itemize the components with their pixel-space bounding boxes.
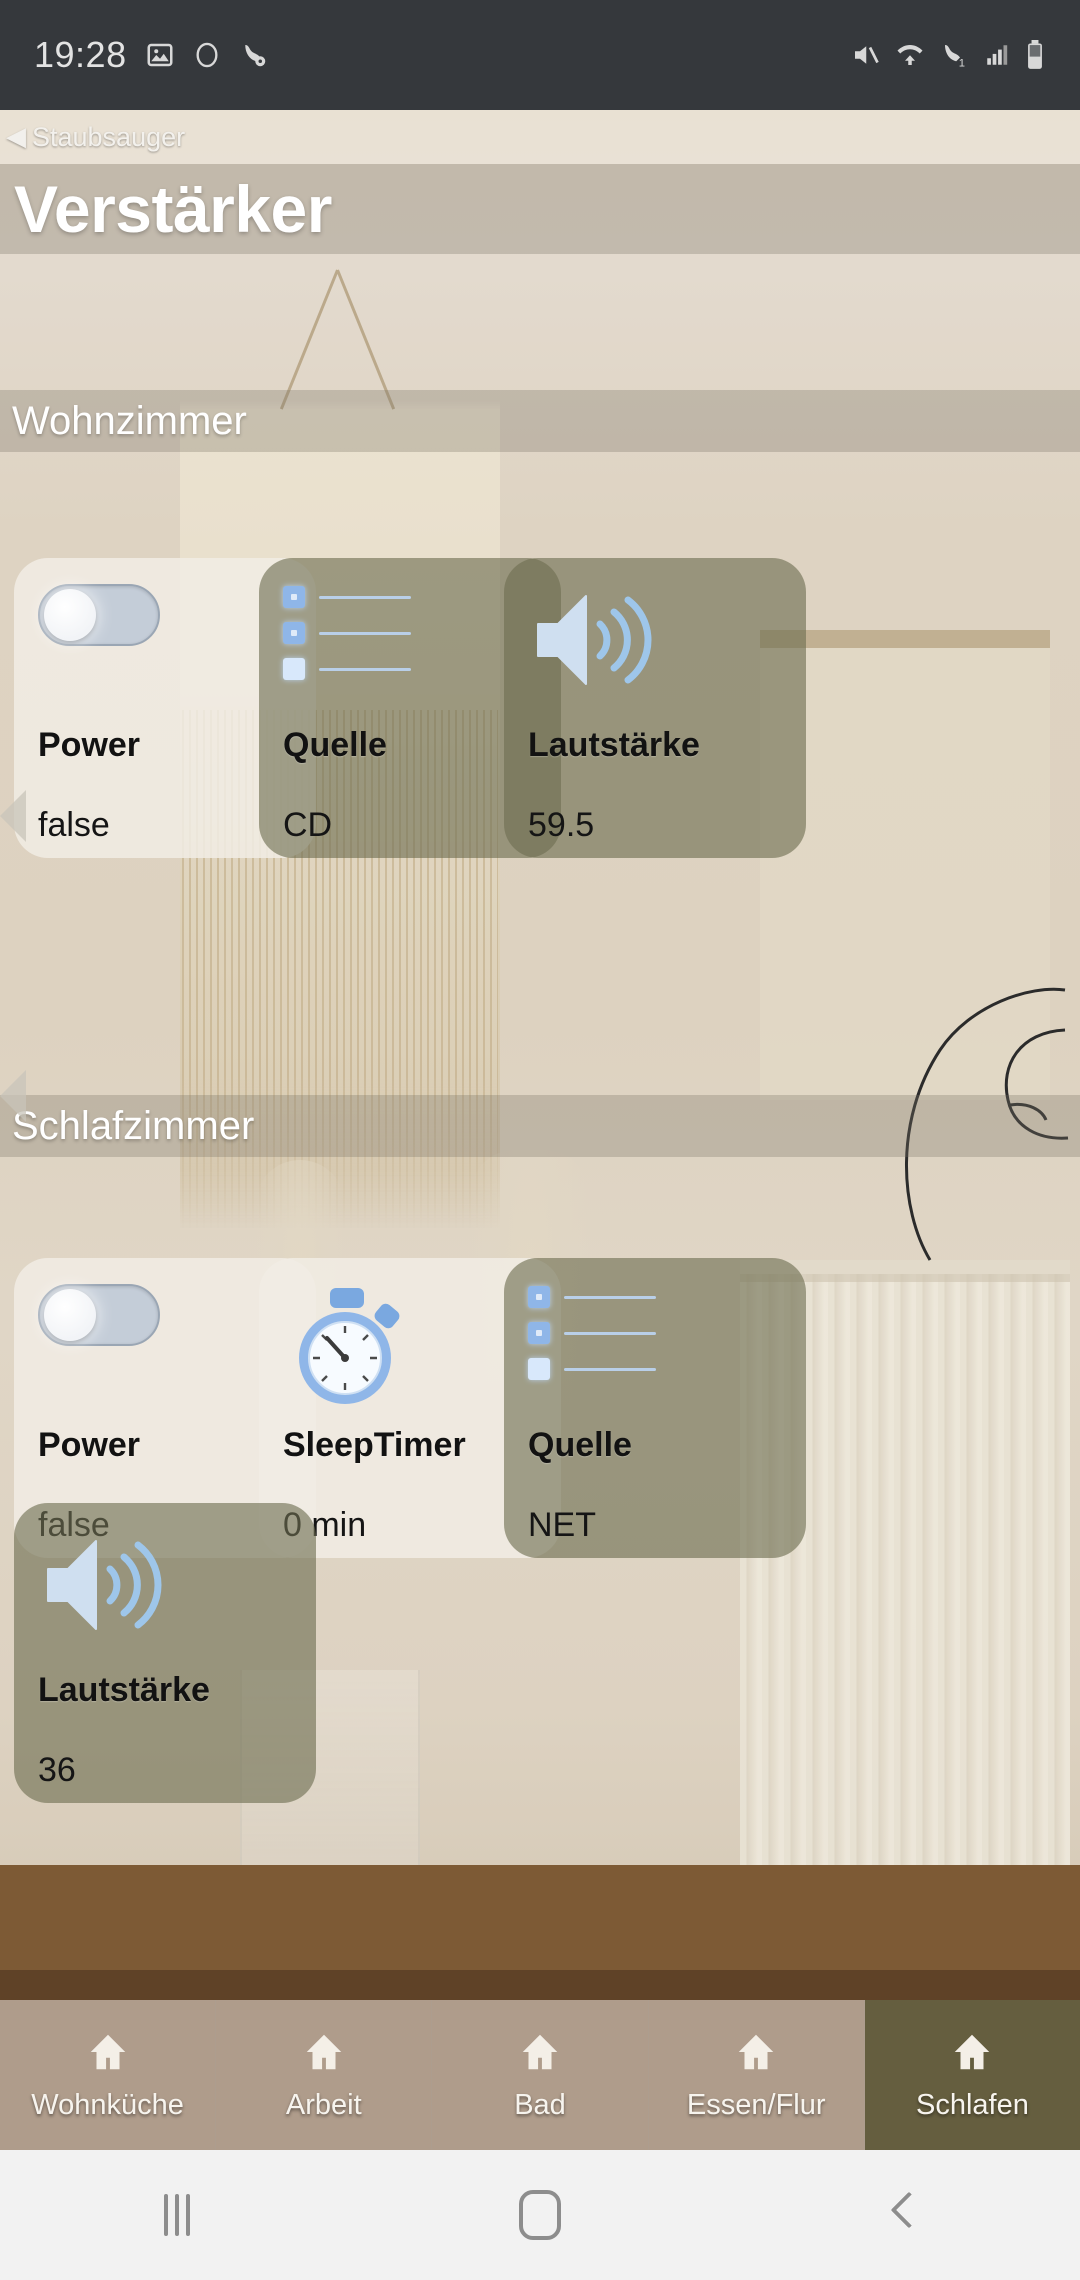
phone-screen: 19:28 1 ◀ Staubsauger Verstärker Wohnzim… xyxy=(0,0,1080,2280)
page-title-bar: Verstärker xyxy=(0,164,1080,254)
card-value: 36 xyxy=(38,1751,76,1789)
tab-schlafen[interactable]: Schlafen xyxy=(864,2000,1080,2150)
card-label: SleepTimer xyxy=(283,1426,466,1464)
tab-label: Essen/Flur xyxy=(686,2088,826,2121)
section-header-schlafzimmer: Schlafzimmer xyxy=(0,1095,1080,1157)
call-wifi-icon xyxy=(239,40,269,70)
svg-text:1: 1 xyxy=(959,57,965,69)
section-title: Wohnzimmer xyxy=(12,398,247,443)
tab-label: Bad xyxy=(514,2088,566,2121)
app-content: ◀ Staubsauger Verstärker Wohnzimmer Powe… xyxy=(0,110,1080,2150)
back-icon[interactable] xyxy=(890,2193,916,2237)
home-icon xyxy=(738,2034,774,2069)
page-title: Verstärker xyxy=(14,172,332,246)
room-tab-bar: Wohnküche Arbeit Bad Essen/Flur Schlafen xyxy=(0,2000,1080,2150)
back-label[interactable]: Staubsauger xyxy=(32,122,185,153)
section-title: Schlafzimmer xyxy=(12,1103,255,1148)
home-icon xyxy=(522,2034,558,2069)
wifi-icon xyxy=(894,40,926,70)
battery-icon xyxy=(1024,40,1046,70)
status-bar: 19:28 1 xyxy=(0,0,1080,110)
tab-label: Wohnküche xyxy=(31,2088,184,2121)
card-value: false xyxy=(38,806,110,844)
speaker-volume-icon[interactable] xyxy=(38,1529,316,1639)
card-value: CD xyxy=(283,806,333,844)
swipe-left-indicator[interactable] xyxy=(0,790,26,842)
image-icon xyxy=(145,40,175,70)
wifi-calling-icon: 1 xyxy=(940,40,970,70)
card-quelle-schlafzimmer[interactable]: Quelle NET xyxy=(504,1258,806,1558)
tab-wohnkueche[interactable]: Wohnküche xyxy=(0,2000,217,2150)
tab-bad[interactable]: Bad xyxy=(432,2000,649,2150)
card-label: Lautstärke xyxy=(528,726,700,764)
home-icon xyxy=(306,2034,342,2069)
list-select-icon[interactable] xyxy=(528,1284,806,1394)
card-value: 59.5 xyxy=(528,806,595,844)
card-lautstaerke-wohnzimmer[interactable]: Lautstärke 59.5 xyxy=(504,558,806,858)
tab-label: Arbeit xyxy=(285,2088,362,2121)
back-navigation-bar[interactable]: ◀ Staubsauger xyxy=(0,110,1080,164)
home-icon xyxy=(90,2034,125,2069)
card-value: NET xyxy=(528,1506,596,1544)
recents-icon[interactable] xyxy=(164,2194,191,2236)
home-button-icon[interactable] xyxy=(518,2190,561,2240)
card-label: Quelle xyxy=(528,1426,632,1464)
signal-icon xyxy=(984,41,1010,69)
back-caret-icon[interactable]: ◀ xyxy=(6,123,26,149)
tab-label: Schlafen xyxy=(915,2088,1029,2121)
section-header-wohnzimmer: Wohnzimmer xyxy=(0,390,1080,452)
mute-icon xyxy=(850,40,880,70)
speaker-volume-icon[interactable] xyxy=(528,584,806,694)
tab-essen-flur[interactable]: Essen/Flur xyxy=(648,2000,865,2150)
card-label: Power xyxy=(38,726,141,764)
tab-arbeit[interactable]: Arbeit xyxy=(216,2000,433,2150)
card-label: Power xyxy=(38,1426,141,1464)
card-label: Quelle xyxy=(283,726,387,764)
status-bar-clock: 19:28 xyxy=(34,34,127,75)
card-lautstaerke-schlafzimmer[interactable]: Lautstärke 36 xyxy=(14,1503,316,1803)
card-label: Lautstärke xyxy=(38,1671,210,1709)
system-navigation-bar xyxy=(0,2150,1080,2280)
home-icon xyxy=(955,2034,990,2069)
circle-icon xyxy=(193,41,221,69)
